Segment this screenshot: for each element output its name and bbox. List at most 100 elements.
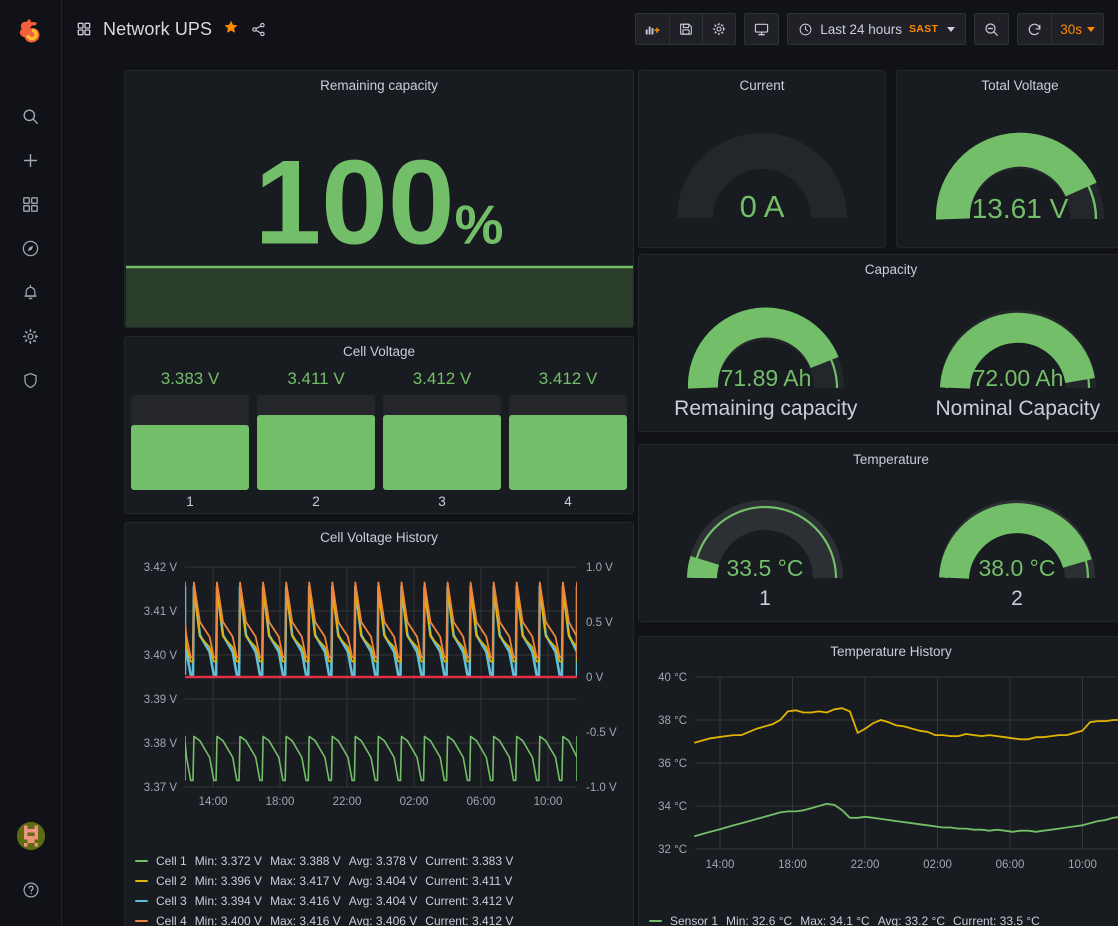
bar-gauge-group: 3.383 V 1 3.411 V 2 3.412 V 3 3.412 V 4 bbox=[125, 363, 633, 513]
gauge-arc: 38.0 °C bbox=[939, 499, 1095, 581]
legend-item[interactable]: Cell 1 Min: 3.372 V Max: 3.388 V Avg: 3.… bbox=[135, 851, 623, 871]
panel-cell-voltage[interactable]: Cell Voltage 3.383 V 1 3.411 V 2 3.412 V… bbox=[124, 336, 634, 514]
panel-temperature[interactable]: Temperature 33.5 °C 1 38.0 °C 2 bbox=[638, 444, 1118, 622]
panel-remaining-capacity[interactable]: Remaining capacity 100% bbox=[124, 70, 634, 328]
dashboard-settings-button[interactable] bbox=[702, 13, 737, 45]
panel-temperature-history[interactable]: Temperature History 32 °C 34 °C 36 °C 38 °C… bbox=[638, 636, 1118, 926]
bar-value: 3.383 V bbox=[160, 369, 220, 388]
timezone-label: SAST bbox=[909, 23, 939, 35]
bar-label: 4 bbox=[564, 494, 572, 509]
panel-cell-voltage-history[interactable]: Cell Voltage History 3.37 V 3.38 V 3.39 V3… bbox=[124, 522, 634, 926]
legend-item[interactable]: Cell 4 Min: 3.400 V Max: 3.416 V Avg: 3.… bbox=[135, 911, 623, 926]
bar-label: 3 bbox=[438, 494, 446, 509]
legend-avg: Avg: 3.404 V bbox=[348, 874, 418, 888]
panel-title: Temperature bbox=[853, 452, 929, 467]
refresh-dashboard-button[interactable] bbox=[1017, 13, 1052, 45]
legend-color-swatch bbox=[135, 880, 148, 882]
bar-fill bbox=[509, 414, 627, 490]
svg-text:10:00: 10:00 bbox=[534, 796, 563, 808]
gauge-value: 38.0 °C bbox=[979, 555, 1056, 581]
svg-text:14:00: 14:00 bbox=[706, 859, 735, 871]
legend-item[interactable]: Cell 2 Min: 3.396 V Max: 3.417 V Avg: 3.… bbox=[135, 871, 623, 891]
star-icon[interactable] bbox=[223, 19, 239, 39]
bar-gauge-cell-3: 3.412 V 3 bbox=[383, 369, 501, 509]
sidebar-item-create[interactable] bbox=[9, 138, 53, 182]
bar-fill bbox=[383, 414, 501, 490]
clock-icon bbox=[798, 22, 813, 37]
sidebar-item-alerting[interactable] bbox=[9, 270, 53, 314]
svg-text:0.5 V: 0.5 V bbox=[586, 617, 613, 629]
page-title[interactable]: Network UPS bbox=[103, 19, 212, 40]
gauge-temperature-1: 33.5 °C 1 bbox=[675, 482, 855, 611]
bar-value: 3.412 V bbox=[538, 369, 598, 388]
bar-gauge-cell-2: 3.411 V 2 bbox=[257, 369, 375, 509]
legend-max: Max: 3.388 V bbox=[270, 854, 341, 868]
legend-avg: Avg: 3.406 V bbox=[348, 914, 418, 926]
dashboard-grid-icon bbox=[76, 21, 92, 37]
gauge-value: 72.00 Ah bbox=[972, 365, 1063, 391]
refresh-interval-picker[interactable]: 30s bbox=[1051, 13, 1104, 45]
panel-title: Temperature History bbox=[830, 644, 952, 659]
stat-sparkline bbox=[126, 265, 633, 327]
sidebar-item-explore[interactable] bbox=[9, 226, 53, 270]
grafana-logo-icon[interactable] bbox=[11, 12, 51, 52]
panel-title: Cell Voltage bbox=[342, 344, 416, 359]
share-icon[interactable] bbox=[250, 21, 267, 38]
sidebar-bottom bbox=[9, 822, 53, 926]
svg-text:3.41 V: 3.41 V bbox=[144, 606, 178, 618]
svg-text:38 °C: 38 °C bbox=[658, 715, 687, 727]
bar-fill bbox=[257, 414, 375, 490]
svg-text:3.39 V: 3.39 V bbox=[144, 694, 178, 706]
add-panel-button[interactable] bbox=[635, 13, 670, 45]
panel-current[interactable]: Current 0 A bbox=[638, 70, 886, 248]
svg-text:34 °C: 34 °C bbox=[658, 801, 687, 813]
legend-series-name: Cell 3 bbox=[156, 894, 187, 908]
panel-title: Cell Voltage History bbox=[320, 530, 438, 545]
gauge-value: 71.89 Ah bbox=[720, 365, 811, 391]
gauge-label: Remaining capacity bbox=[674, 396, 858, 420]
sidebar-nav bbox=[9, 94, 53, 402]
stat-number: 100 bbox=[254, 135, 455, 270]
bar-value: 3.411 V bbox=[287, 369, 345, 388]
bar-track bbox=[257, 395, 375, 490]
zoom-out-time-range-button[interactable] bbox=[974, 13, 1010, 45]
dashboard-grid: Remaining capacity 100% Current 0 A Tota… bbox=[62, 58, 1118, 926]
gauge-arc: 0 A bbox=[677, 133, 847, 224]
bar-track bbox=[383, 395, 501, 490]
help-icon[interactable] bbox=[9, 868, 53, 912]
gauge-current: 0 A bbox=[677, 118, 847, 226]
gauge-arc: 13.61 V bbox=[935, 132, 1104, 224]
time-range-label: Last 24 hours bbox=[820, 21, 902, 37]
tv-kiosk-mode-button[interactable] bbox=[744, 13, 780, 45]
legend-item[interactable]: Cell 3 Min: 3.394 V Max: 3.416 V Avg: 3.… bbox=[135, 891, 623, 911]
legend-current: Current: 33.5 °C bbox=[953, 914, 1040, 926]
chevron-down-icon bbox=[1087, 26, 1095, 32]
svg-text:02:00: 02:00 bbox=[923, 859, 952, 871]
bar-label: 1 bbox=[186, 494, 194, 509]
svg-text:18:00: 18:00 bbox=[778, 859, 807, 871]
sidebar-item-server-admin[interactable] bbox=[9, 358, 53, 402]
chart-legend: Cell 1 Min: 3.372 V Max: 3.388 V Avg: 3.… bbox=[125, 851, 633, 926]
legend-max: Max: 3.416 V bbox=[270, 894, 341, 908]
svg-text:3.38 V: 3.38 V bbox=[144, 738, 178, 750]
chart-legend: Sensor 1 Min: 32.6 °C Max: 34.1 °C Avg: … bbox=[639, 911, 1118, 926]
temperature-history-plot: 32 °C 34 °C 36 °C 38 °C 40 °C 14:00 18:00 22:00… bbox=[658, 672, 1118, 871]
panel-total-voltage[interactable]: Total Voltage 13.61 V bbox=[896, 70, 1118, 248]
panel-title: Remaining capacity bbox=[320, 78, 438, 93]
save-dashboard-button[interactable] bbox=[669, 13, 703, 45]
legend-series-name: Cell 4 bbox=[156, 914, 187, 926]
gauge-remaining-capacity: 71.89 Ah Remaining capacity bbox=[674, 292, 857, 421]
sidebar-item-configuration[interactable] bbox=[9, 314, 53, 358]
legend-max: Max: 3.416 V bbox=[270, 914, 341, 926]
chevron-down-icon bbox=[947, 26, 956, 32]
sidebar-item-search[interactable] bbox=[9, 94, 53, 138]
legend-item[interactable]: Sensor 1 Min: 32.6 °C Max: 34.1 °C Avg: … bbox=[649, 911, 1118, 926]
time-range-picker[interactable]: Last 24 hours SAST bbox=[787, 13, 967, 45]
user-avatar[interactable] bbox=[16, 822, 45, 850]
sidebar-item-dashboards[interactable] bbox=[9, 182, 53, 226]
legend-min: Min: 3.372 V bbox=[194, 854, 263, 868]
legend-series-name: Cell 1 bbox=[156, 854, 187, 868]
panel-capacity[interactable]: Capacity 71.89 Ah Remaining capacity 72.… bbox=[638, 254, 1118, 432]
refresh-controls: 30s bbox=[1017, 13, 1104, 45]
legend-max: Max: 34.1 °C bbox=[800, 914, 870, 926]
